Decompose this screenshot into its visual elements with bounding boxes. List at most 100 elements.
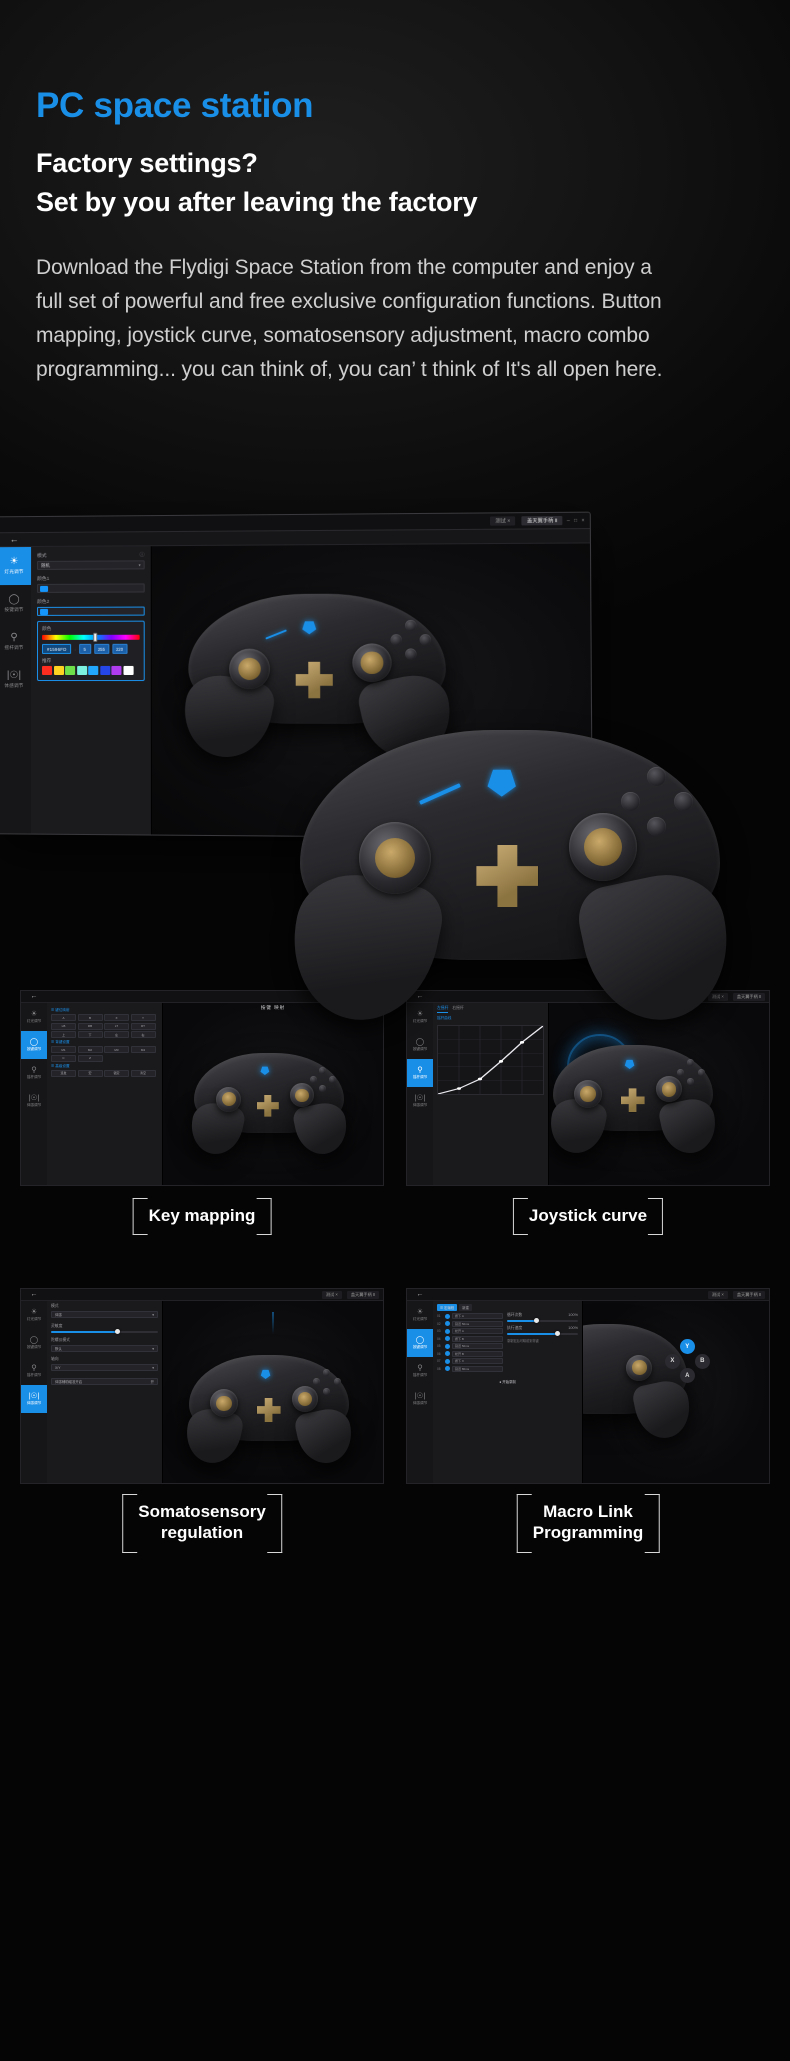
window-tab-0[interactable]: 测试 × bbox=[490, 516, 516, 526]
mode-select[interactable]: 随机 ▾ bbox=[37, 560, 145, 571]
sidebar-item-button-adjust[interactable]: ◯ 按键调节 bbox=[21, 1329, 47, 1357]
sidebar-item-light-adjust[interactable]: ☀ 灯光调节 bbox=[407, 1003, 433, 1031]
key-chip[interactable]: 连发 bbox=[51, 1069, 76, 1077]
recommend-swatch[interactable] bbox=[88, 666, 99, 676]
key-chip[interactable]: M2 bbox=[77, 1046, 103, 1053]
key-chip[interactable]: M3 bbox=[104, 1046, 129, 1053]
sidebar-item-motion-adjust[interactable]: |☉| 体感调节 bbox=[0, 661, 31, 699]
sidebar-item-button-adjust[interactable]: ◯ 按键调节 bbox=[407, 1031, 433, 1059]
speed-slider[interactable] bbox=[507, 1330, 578, 1336]
mode-select[interactable]: 体感 ▾ bbox=[51, 1311, 158, 1318]
rgb-r-input[interactable]: 5 bbox=[78, 644, 91, 655]
recommend-swatch[interactable] bbox=[111, 666, 122, 676]
sidebar-item-button-adjust[interactable]: ◯ 按键调节 bbox=[0, 585, 31, 623]
macro-row[interactable]: 05 延迟 50ms bbox=[437, 1343, 503, 1349]
window-tab-1[interactable]: 盖天翼手柄 Ⅱ bbox=[521, 515, 563, 526]
macro-row[interactable]: 02 延迟 50ms bbox=[437, 1320, 503, 1327]
sidebar-item-light-adjust[interactable]: ☀ 灯光调节 bbox=[21, 1003, 47, 1031]
sidebar-item-stick-adjust[interactable]: ⚲ 摇杆调节 bbox=[407, 1357, 433, 1385]
thumb-tab-1[interactable]: 盖天翼手柄 Ⅱ bbox=[732, 992, 765, 1001]
gyro-mode-select[interactable]: 默认 ▾ bbox=[51, 1345, 158, 1352]
sidebar-item-motion-adjust[interactable]: |☉| 体感调节 bbox=[21, 1087, 47, 1115]
sidebar-item-light-adjust[interactable]: ☀ 灯光调节 bbox=[21, 1301, 47, 1329]
axis-select[interactable]: X/Y ▾ bbox=[51, 1364, 158, 1371]
record-macro-button[interactable]: ● 开始录制 bbox=[437, 1379, 578, 1384]
key-chip[interactable]: Y bbox=[130, 1014, 156, 1021]
key-chip[interactable]: 锁定 bbox=[104, 1069, 129, 1077]
face-button-x[interactable]: X bbox=[664, 1353, 680, 1369]
rgb-b-input[interactable]: 220 bbox=[111, 644, 128, 655]
stick-tab-left[interactable]: 左摇杆 bbox=[437, 1006, 449, 1013]
key-chip[interactable]: X bbox=[104, 1014, 129, 1021]
thumb-tab-1[interactable]: 盖天翼手柄 Ⅱ bbox=[732, 1290, 765, 1299]
recommend-swatch[interactable] bbox=[122, 666, 134, 676]
thumb-tab-0[interactable]: 测试 × bbox=[707, 1290, 728, 1299]
thumb-tab-1[interactable]: 盖天翼手柄 Ⅱ bbox=[346, 1290, 379, 1299]
key-chip[interactable]: LT bbox=[104, 1022, 129, 1030]
sidebar-item-stick-adjust[interactable]: ⚲ 摇杆调节 bbox=[0, 623, 31, 661]
key-chip[interactable]: M4 bbox=[130, 1046, 156, 1053]
sidebar-item-button-adjust[interactable]: ◯ 按键调节 bbox=[407, 1329, 433, 1357]
face-button-a[interactable]: A bbox=[679, 1368, 695, 1384]
stick-tab-right[interactable]: 右摇杆 bbox=[452, 1006, 463, 1013]
macro-row[interactable]: 03 松开 A bbox=[437, 1328, 503, 1334]
recommend-swatch[interactable] bbox=[53, 666, 64, 676]
back-arrow-icon[interactable]: ← bbox=[21, 1291, 47, 1298]
key-chip[interactable]: 右 bbox=[130, 1031, 156, 1038]
recommend-swatch[interactable] bbox=[65, 666, 76, 676]
key-chip[interactable]: M1 bbox=[51, 1046, 76, 1053]
macro-row[interactable]: 04 按下 B bbox=[437, 1335, 503, 1342]
sidebar-item-motion-adjust[interactable]: |☉| 体感调节 bbox=[407, 1385, 433, 1413]
face-button-y[interactable]: Y bbox=[679, 1339, 695, 1355]
thumb-tab-0[interactable]: 测试 × bbox=[321, 1290, 342, 1299]
key-chip[interactable]: LB bbox=[51, 1022, 76, 1030]
back-arrow-icon[interactable]: ← bbox=[0, 534, 31, 544]
slider-knob[interactable] bbox=[115, 1328, 121, 1334]
recommend-swatch[interactable] bbox=[41, 666, 53, 676]
rgb-g-input[interactable]: 255 bbox=[93, 644, 109, 655]
macro-row[interactable]: 01 按下 A bbox=[437, 1313, 503, 1319]
macro-row[interactable]: 08 延迟 80ms bbox=[437, 1365, 503, 1372]
hue-slider-knob[interactable] bbox=[93, 633, 98, 643]
key-chip[interactable]: 清空 bbox=[130, 1069, 156, 1077]
thumb-tab-0[interactable]: 测试 × bbox=[707, 992, 728, 1001]
sidebar-item-stick-adjust[interactable]: ⚲ 摇杆调节 bbox=[21, 1357, 47, 1385]
slider-knob[interactable] bbox=[555, 1330, 561, 1336]
hue-slider[interactable] bbox=[42, 633, 140, 643]
back-arrow-icon[interactable]: ← bbox=[21, 993, 47, 1000]
key-chip[interactable]: 下 bbox=[77, 1031, 103, 1038]
key-chip[interactable]: 左 bbox=[104, 1031, 129, 1038]
key-chip[interactable]: RB bbox=[77, 1022, 103, 1030]
sidebar-item-stick-adjust[interactable]: ⚲ 摇杆调节 bbox=[21, 1059, 47, 1087]
sidebar-item-button-adjust[interactable]: ◯ 按键调节 bbox=[21, 1031, 47, 1059]
maximize-icon[interactable]: □ bbox=[574, 517, 577, 523]
key-chip[interactable]: C bbox=[51, 1054, 76, 1062]
slider-knob[interactable] bbox=[533, 1317, 539, 1323]
hex-input[interactable]: #1596FD bbox=[42, 644, 72, 655]
aim-assist-toggle[interactable]: 体感辅助瞄准开启 开 bbox=[51, 1378, 158, 1385]
sidebar-item-stick-adjust[interactable]: ⚲ 摇杆调节 bbox=[407, 1059, 433, 1087]
macro-row[interactable]: 07 按下 X bbox=[437, 1358, 503, 1364]
key-chip[interactable]: 上 bbox=[51, 1031, 76, 1038]
key-chip[interactable]: Z bbox=[77, 1054, 103, 1062]
macro-tab-program[interactable]: ☰ 宏编程 bbox=[437, 1304, 458, 1311]
sensitivity-slider[interactable] bbox=[51, 1328, 158, 1334]
help-icon[interactable]: ⓘ bbox=[140, 552, 145, 559]
sidebar-item-light-adjust[interactable]: ☀ 灯光调节 bbox=[0, 547, 32, 586]
key-chip[interactable]: A bbox=[51, 1014, 76, 1021]
sidebar-item-motion-adjust[interactable]: |☉| 体感调节 bbox=[407, 1087, 433, 1115]
face-button-b[interactable]: B bbox=[694, 1353, 710, 1369]
minimize-icon[interactable]: – bbox=[567, 517, 570, 523]
macro-row[interactable]: 06 松开 B bbox=[437, 1350, 503, 1357]
sidebar-item-light-adjust[interactable]: ☀ 灯光调节 bbox=[407, 1301, 433, 1329]
joystick-curve-chart[interactable] bbox=[437, 1025, 544, 1095]
color2-swatch-field[interactable] bbox=[37, 606, 145, 617]
macro-tab-new[interactable]: 新建 bbox=[459, 1304, 472, 1311]
key-chip[interactable]: 宏 bbox=[77, 1069, 103, 1077]
loop-count-slider[interactable] bbox=[507, 1317, 578, 1323]
close-icon[interactable]: × bbox=[581, 517, 584, 523]
key-chip[interactable]: RT bbox=[130, 1022, 156, 1030]
color1-swatch-field[interactable] bbox=[37, 583, 145, 594]
key-chip[interactable]: B bbox=[77, 1014, 103, 1021]
sidebar-item-motion-adjust[interactable]: |☉| 体感调节 bbox=[21, 1385, 47, 1413]
